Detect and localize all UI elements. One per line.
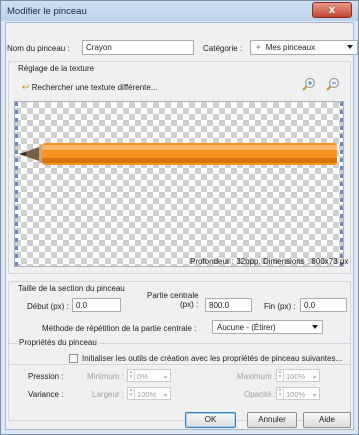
category-dropdown[interactable]: ✦ Mes pinceaux — [250, 40, 358, 55]
center-label-2: (px) : — [180, 300, 199, 309]
center-label-1: Partie centrale — [147, 291, 199, 300]
close-button[interactable]: x — [312, 2, 352, 18]
chevron-down-icon — [312, 325, 318, 329]
updown-icon: ▲ ▼ — [128, 387, 135, 399]
updown-icon: ▲ ▼ — [128, 369, 135, 381]
star-icon: ✦ — [255, 43, 262, 52]
section-group-label: Taille de la section du pinceau — [18, 284, 125, 293]
search-texture-link[interactable]: ↩ Rechercher une texture différente... — [22, 82, 157, 93]
width-spinner[interactable]: ▲ ▼ 100% ▸ — [127, 387, 171, 400]
brush-name-label: Nom du pinceau : — [7, 44, 70, 53]
start-input[interactable]: 0.0 — [72, 298, 121, 312]
pencil-image — [19, 143, 337, 165]
init-checkbox[interactable] — [69, 354, 78, 363]
texture-group-label: Réglage de la texture — [18, 64, 95, 73]
dialog-body: Nom du pinceau : Crayon Catégorie : ✦ Mes… — [5, 22, 358, 430]
start-label: Début (px) : — [27, 302, 69, 311]
zoom-out-icon[interactable] — [326, 77, 340, 91]
updown-icon: ▲ ▼ — [277, 369, 284, 381]
pressure-label: Pression : — [28, 372, 64, 381]
texture-preview[interactable] — [14, 101, 344, 267]
init-checkbox-label: Initialiser les outils de création avec … — [82, 354, 343, 363]
chevron-down-icon — [347, 45, 353, 49]
arrow-right-icon: ▸ — [313, 390, 317, 399]
arrow-right-icon: ▸ — [164, 390, 168, 399]
ok-button[interactable]: OK — [185, 412, 236, 428]
min-label: Minimum : — [87, 372, 124, 381]
opacity-spinner[interactable]: ▲ ▼ 100% ▸ — [276, 387, 320, 400]
help-button[interactable]: Aide — [303, 412, 351, 428]
properties-group-label: Propriétés du pinceau — [17, 338, 99, 347]
opacity-value: 100% — [286, 390, 306, 399]
min-value: 0% — [137, 372, 148, 381]
min-spinner[interactable]: ▲ ▼ 0% ▸ — [127, 369, 171, 382]
folder-icon: ↩ — [22, 82, 30, 92]
category-value: Mes pinceaux — [265, 43, 316, 52]
max-label: Maximum : — [237, 372, 277, 381]
repeat-label: Méthode de répétition de la partie centr… — [42, 324, 197, 333]
width-label: Largeur : — [92, 390, 125, 399]
arrow-right-icon: ▸ — [164, 372, 168, 381]
cancel-button[interactable]: Annuler — [247, 412, 297, 428]
brush-name-input[interactable]: Crayon — [82, 40, 194, 55]
search-texture-label: Rechercher une texture différente... — [31, 83, 158, 92]
max-value: 100% — [286, 372, 306, 381]
texture-info: Profondeur : 32bpp. Dimensions : 800x73 … — [190, 257, 349, 266]
zoom-in-icon[interactable] — [302, 77, 316, 91]
window-title: Modifier le pinceau — [7, 6, 87, 17]
variance-label: Variance : — [28, 390, 64, 399]
arrow-right-icon: ▸ — [313, 372, 317, 381]
max-spinner[interactable]: ▲ ▼ 100% ▸ — [276, 369, 320, 382]
category-label: Catégorie : — [203, 44, 243, 53]
width-value: 100% — [137, 390, 157, 399]
repeat-dropdown[interactable]: Aucune - (Étirer) — [212, 320, 323, 334]
repeat-value: Aucune - (Étirer) — [217, 323, 276, 332]
opacity-label: Opacité : — [244, 390, 277, 399]
dialog-window: Modifier le pinceau x Nom du pinceau : C… — [0, 0, 359, 435]
end-label: Fin (px) : — [264, 302, 296, 311]
title-bar[interactable]: Modifier le pinceau x — [1, 1, 358, 21]
updown-icon: ▲ ▼ — [277, 387, 284, 399]
end-input[interactable]: 0.0 — [300, 298, 347, 312]
center-input[interactable]: 800.0 — [205, 298, 252, 312]
